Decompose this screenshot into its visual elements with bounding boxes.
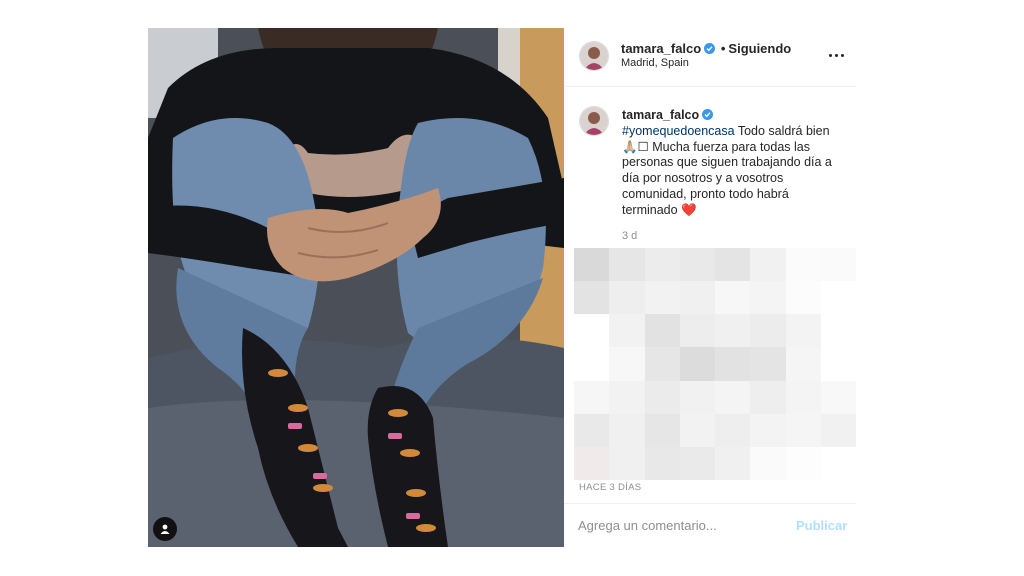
post-photo[interactable] xyxy=(148,28,564,547)
pixelated-comments-area xyxy=(574,248,856,480)
user-tag-icon xyxy=(160,524,170,534)
heart-emoji: ❤️ xyxy=(681,202,697,217)
caption-username-line: tamara_falco xyxy=(622,108,844,124)
verified-badge-icon xyxy=(704,43,716,54)
post-header: tamara_falco • Siguiendo Madrid, Spain xyxy=(564,28,856,87)
verified-badge-icon xyxy=(702,109,714,120)
following-button[interactable]: Siguiendo xyxy=(728,41,791,56)
hashtag-link[interactable]: #yomequedoencasa xyxy=(622,124,735,138)
caption-relative-time[interactable]: 3 d xyxy=(622,230,637,242)
more-horizontal-icon[interactable] xyxy=(829,54,845,58)
avatar[interactable] xyxy=(579,41,609,71)
separator-dot: • xyxy=(720,41,726,56)
avatar-image xyxy=(580,42,608,70)
user-tag-button[interactable] xyxy=(153,517,177,541)
avatar[interactable] xyxy=(579,106,609,136)
location-link[interactable]: Madrid, Spain xyxy=(621,57,689,69)
publish-button[interactable]: Publicar xyxy=(796,518,847,533)
caption-username[interactable]: tamara_falco xyxy=(622,108,699,122)
header-user-line: tamara_falco • Siguiendo xyxy=(621,41,791,56)
post-details-panel: tamara_falco • Siguiendo Madrid, Spain ta… xyxy=(564,28,856,547)
username-link[interactable]: tamara_falco xyxy=(621,41,701,56)
caption-text: tamara_falco #yomequedoencasa Todo saldrá… xyxy=(622,108,844,219)
comment-bar: Publicar xyxy=(564,503,856,548)
comment-input[interactable] xyxy=(578,518,778,533)
avatar-image xyxy=(580,107,608,135)
post-timestamp[interactable]: HACE 3 DÍAS xyxy=(579,482,641,493)
photo-illustration xyxy=(148,28,564,547)
